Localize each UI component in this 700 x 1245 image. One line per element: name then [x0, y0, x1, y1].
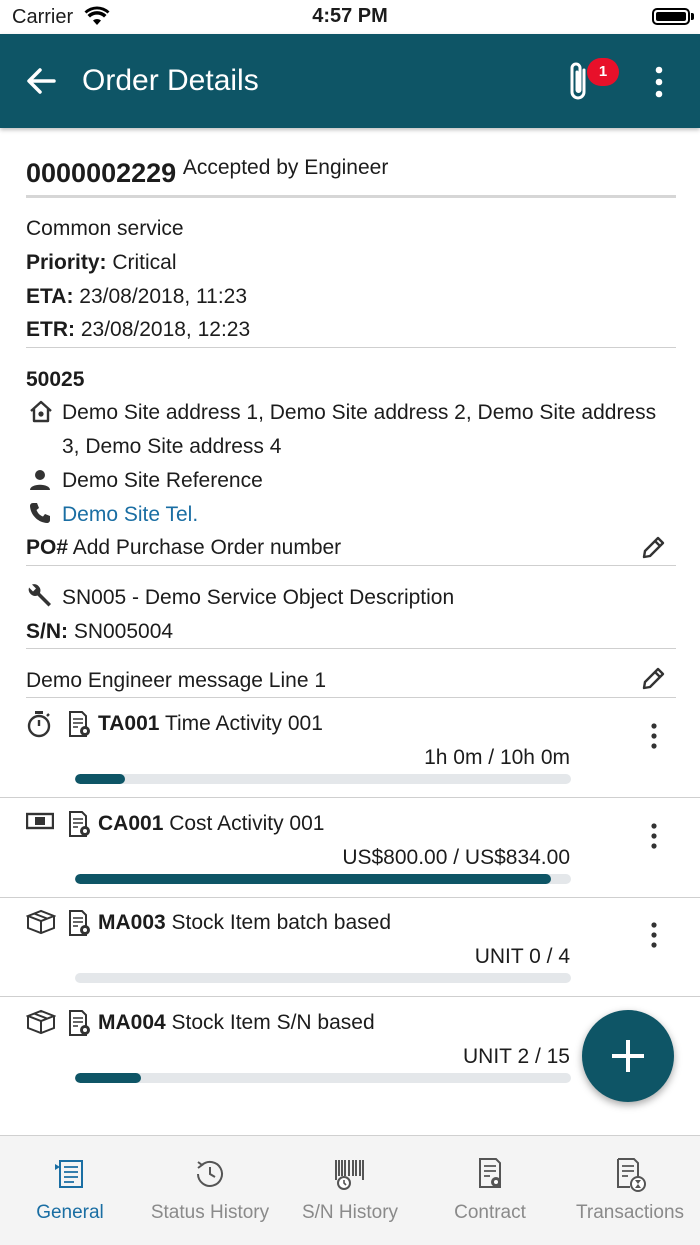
- activity-code: TA001: [98, 712, 160, 735]
- edit-pencil-icon[interactable]: [641, 534, 667, 560]
- activity-progress-track: [75, 874, 571, 884]
- battery-icon: [652, 8, 690, 25]
- po-placeholder: Add Purchase Order number: [68, 536, 342, 559]
- priority-row: Priority: Critical: [26, 251, 177, 275]
- status-bar: Carrier 4:57 PM: [0, 0, 700, 34]
- tab-contract[interactable]: Contract: [420, 1136, 560, 1245]
- clock: 4:57 PM: [312, 5, 388, 27]
- service-type: Common service: [26, 217, 184, 240]
- activity-name: Cost Activity 001: [163, 812, 325, 835]
- activity-code: MA003: [98, 911, 166, 934]
- package-icon: [25, 1009, 57, 1040]
- activity-progress-fill: [75, 774, 125, 784]
- activity-title: TA001 Time Activity 001: [98, 712, 323, 736]
- document-badge-icon: [67, 1009, 93, 1042]
- activity-name: Time Activity 001: [159, 712, 323, 735]
- package-icon: [25, 909, 57, 940]
- transactions-hourglass-icon: [617, 1158, 646, 1192]
- tab-transactions[interactable]: Transactions: [560, 1136, 700, 1245]
- attachment-count-badge: 1: [587, 58, 619, 86]
- priority-label: Priority:: [26, 251, 107, 274]
- tab-label: Contract: [454, 1202, 526, 1223]
- serial-number-label: S/N:: [26, 620, 68, 643]
- edit-pencil-icon[interactable]: [641, 665, 667, 691]
- more-vert-icon[interactable]: [646, 64, 672, 100]
- activity-name: Stock Item S/N based: [165, 1011, 375, 1034]
- activity-progress-track: [75, 774, 571, 784]
- activity-amount: UNIT 0 / 4: [474, 945, 570, 968]
- divider: [26, 347, 676, 348]
- tab-sn-history[interactable]: S/N History: [280, 1136, 420, 1245]
- engineer-message: Demo Engineer message Line 1: [26, 669, 327, 692]
- order-number: 0000002229: [26, 158, 177, 188]
- home-icon: [30, 400, 52, 423]
- page-title: Order Details: [82, 64, 259, 97]
- serial-number-value: SN005004: [68, 620, 174, 643]
- contract-certificate-icon: [479, 1158, 501, 1188]
- bottom-tab-bar: General Status History S/N History Contr…: [0, 1135, 700, 1245]
- activity-amount: 1h 0m / 10h 0m: [424, 746, 570, 769]
- activity-progress-track: [75, 973, 571, 983]
- document-badge-icon: [67, 810, 93, 843]
- divider: [26, 195, 676, 198]
- site-tel-link[interactable]: Demo Site Tel.: [62, 503, 198, 527]
- etr-label: ETR:: [26, 318, 75, 341]
- activity-amount: UNIT 2 / 15: [463, 1045, 570, 1068]
- serial-number-row: S/N: SN005004: [26, 620, 173, 644]
- site-reference: Demo Site Reference: [62, 469, 263, 492]
- eta-row: ETA: 23/08/2018, 11:23: [26, 285, 247, 309]
- phone-icon: [30, 503, 50, 523]
- barcode-history-icon: [335, 1160, 364, 1190]
- activity-more-icon[interactable]: [644, 921, 664, 949]
- order-status: Accepted by Engineer: [182, 156, 389, 179]
- document-badge-icon: [67, 909, 93, 942]
- po-row[interactable]: PO# Add Purchase Order number: [26, 536, 341, 560]
- person-icon: [30, 470, 50, 490]
- activity-more-icon[interactable]: [644, 822, 664, 850]
- site-address-line1: Demo Site address 1, Demo Site address 2…: [62, 401, 657, 424]
- activity-title: CA001 Cost Activity 001: [98, 812, 324, 836]
- history-clock-icon: [197, 1160, 223, 1187]
- eta-value: 23/08/2018, 11:23: [73, 285, 248, 308]
- stopwatch-icon: [26, 710, 52, 743]
- wrench-icon: [28, 584, 51, 607]
- activity-more-icon[interactable]: [644, 722, 664, 750]
- order-header: 0000002229 Accepted by Engineer: [26, 156, 389, 189]
- tab-general[interactable]: General: [0, 1136, 140, 1245]
- activity-code: MA004: [98, 1011, 166, 1034]
- general-list-icon: [55, 1160, 83, 1188]
- etr-row: ETR: 23/08/2018, 12:23: [26, 318, 250, 342]
- eta-label: ETA:: [26, 285, 74, 308]
- back-arrow-icon[interactable]: [24, 64, 58, 98]
- document-badge-icon: [67, 710, 93, 743]
- activity-amount: US$800.00 / US$834.00: [342, 846, 570, 869]
- activity-code: CA001: [98, 812, 164, 835]
- tab-label: Status History: [150, 1202, 270, 1223]
- battery-tip: [691, 13, 694, 20]
- activity-title: MA004 Stock Item S/N based: [98, 1011, 375, 1035]
- site-address-line2: 3, Demo Site address 4: [62, 435, 282, 458]
- tab-label: Transactions: [575, 1202, 685, 1223]
- tab-label: General: [36, 1202, 104, 1223]
- priority-value: Critical: [106, 251, 177, 274]
- activity-progress-track: [75, 1073, 571, 1083]
- activity-row[interactable]: MA003 Stock Item batch based UNIT 0 / 4: [0, 897, 700, 995]
- activity-title: MA003 Stock Item batch based: [98, 911, 391, 935]
- site-code: 50025: [26, 368, 85, 391]
- po-label: PO#: [26, 536, 69, 559]
- activity-name: Stock Item batch based: [165, 911, 391, 934]
- service-object-description: SN005 - Demo Service Object Description: [62, 586, 455, 609]
- activity-progress-fill: [75, 1073, 141, 1083]
- etr-value: 23/08/2018, 12:23: [75, 318, 251, 341]
- app-bar: Order Details 1: [0, 34, 700, 128]
- divider: [26, 565, 676, 566]
- divider: [26, 648, 676, 649]
- tab-status-history[interactable]: Status History: [140, 1136, 280, 1245]
- activity-progress-fill: [75, 874, 552, 884]
- cash-icon: [25, 810, 55, 837]
- tab-label: S/N History: [301, 1202, 399, 1223]
- add-activity-button[interactable]: [582, 1010, 674, 1102]
- activity-row[interactable]: CA001 Cost Activity 001 US$800.00 / US$83…: [0, 798, 700, 896]
- activity-row[interactable]: TA001 Time Activity 001 1h 0m / 10h 0m: [0, 698, 700, 796]
